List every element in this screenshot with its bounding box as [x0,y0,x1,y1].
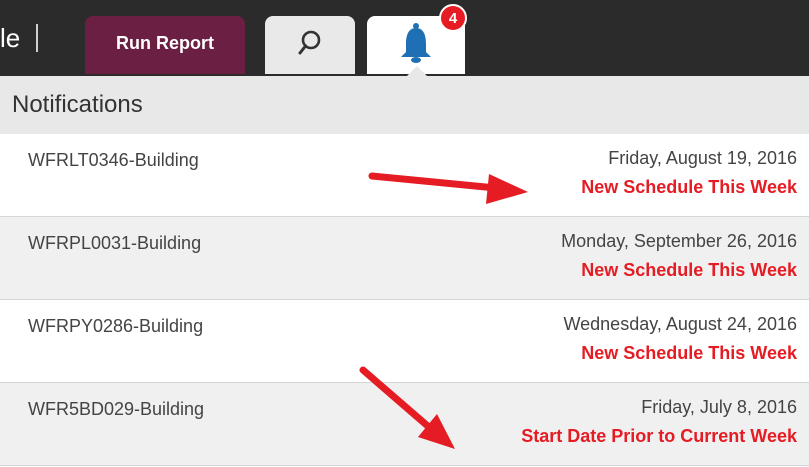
title-divider [36,24,38,52]
notification-status: New Schedule This Week [581,177,797,197]
notification-row[interactable]: WFRPL0031-Building Monday, September 26,… [0,217,809,300]
bell-icon [398,22,434,69]
building-name: WFRLT0346-Building [28,150,199,170]
dropdown-caret [407,66,427,76]
building-name: WFRPL0031-Building [28,233,202,253]
notification-row[interactable]: WFRLT0346-Building Friday, August 19, 20… [0,134,809,217]
notification-date: Friday, August 19, 2016 [608,148,797,168]
search-icon [297,29,323,62]
notification-count-badge: 4 [439,4,467,32]
app-title-fragment: le [0,23,21,53]
notification-date: Friday, July 8, 2016 [641,397,797,417]
notifications-panel-header: Notifications [0,76,809,134]
notification-status: New Schedule This Week [581,260,797,280]
run-report-button[interactable]: Run Report [85,16,245,74]
search-button[interactable] [265,16,355,74]
notification-status: Start Date Prior to Current Week [521,426,797,446]
notification-date: Monday, September 26, 2016 [561,231,797,251]
building-name: WFR5BD029-Building [28,399,205,419]
notification-row[interactable]: WFRPY0286-Building Wednesday, August 24,… [0,300,809,383]
run-report-label: Run Report [116,32,214,53]
building-name: WFRPY0286-Building [28,316,204,336]
badge-count: 4 [448,9,458,27]
notifications-title: Notifications [12,91,143,118]
notification-row[interactable]: WFR5BD029-Building Friday, July 8, 2016 … [0,383,809,466]
notification-status: New Schedule This Week [581,343,797,363]
top-navbar: le Run Report 4 [0,0,809,76]
notifications-list: WFRLT0346-Building Friday, August 19, 20… [0,134,809,466]
notification-date: Wednesday, August 24, 2016 [563,314,797,334]
